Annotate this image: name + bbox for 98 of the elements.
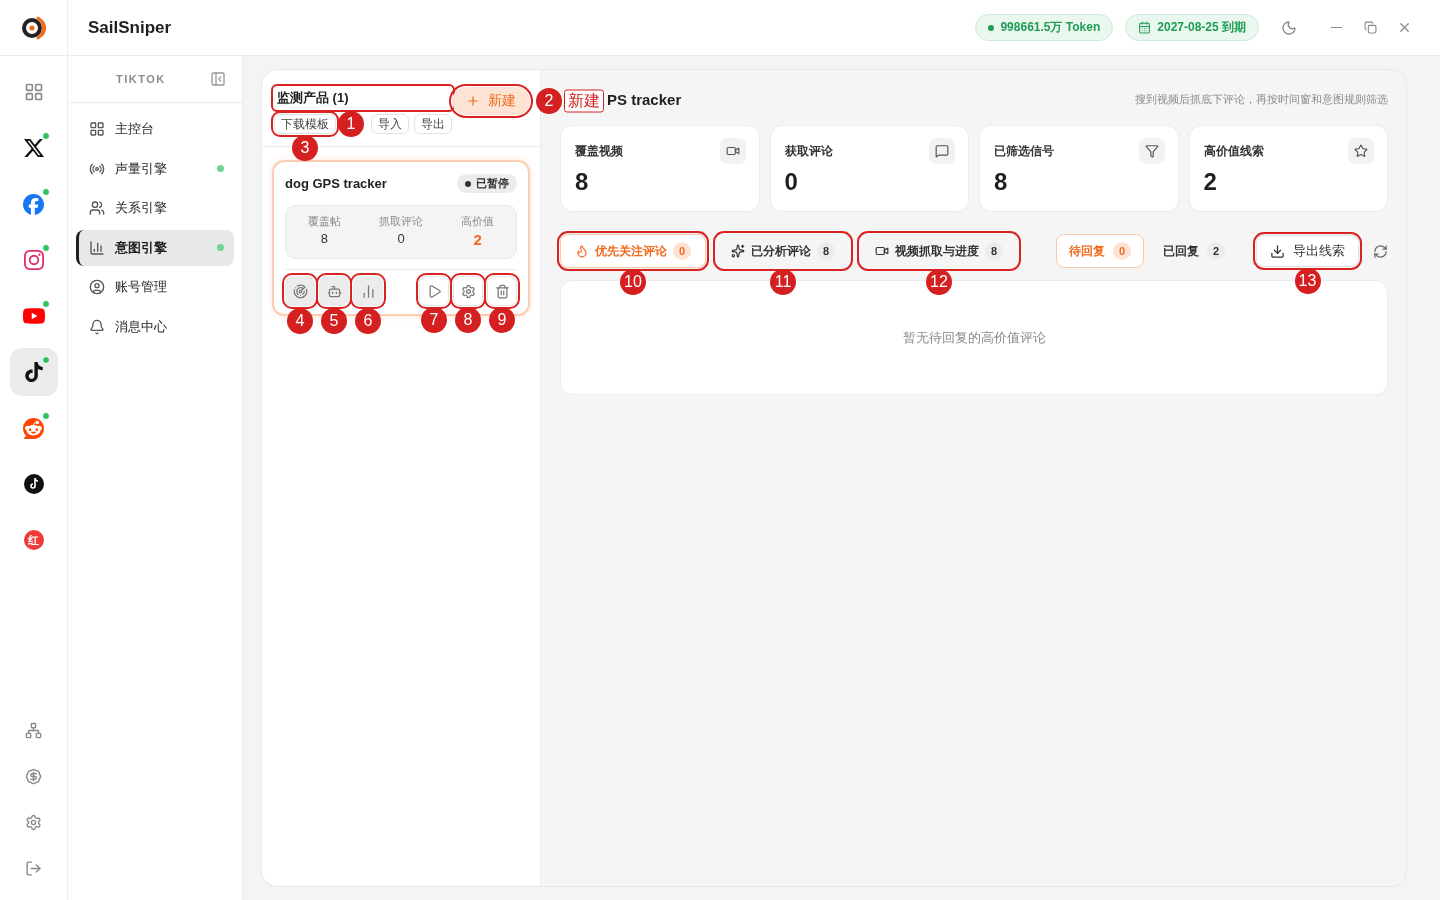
message-icon — [935, 144, 949, 158]
status-badge: 已暂停 — [457, 174, 517, 193]
platform-button[interactable] — [9, 348, 58, 396]
download-icon — [1270, 243, 1285, 259]
hint-text: 搜到视频后抓底下评论，再按时间窗和意图规则筛选 — [1135, 92, 1388, 107]
stat-label: 已筛选信号 — [994, 142, 1054, 160]
token-badge: 998661.5万 Token — [975, 14, 1114, 41]
callout-label: 新建 — [564, 89, 604, 113]
callout-number: 2 — [536, 88, 562, 114]
users-icon — [89, 200, 105, 217]
x-icon — [23, 138, 44, 158]
nav-item[interactable]: 声量引擎 — [76, 150, 234, 187]
count-badge: 8 — [985, 242, 1003, 260]
stat-label: 高价值线索 — [1203, 142, 1264, 160]
callout-number: 8 — [455, 307, 481, 333]
nav-item[interactable]: 消息中心 — [76, 308, 234, 345]
callout-number: 1 — [338, 111, 364, 137]
filter-tab[interactable]: 已回复 2 — [1150, 234, 1238, 268]
expiry-badge: 2027-08-25 到期 — [1125, 14, 1259, 41]
nav-item[interactable]: 关系引擎 — [76, 190, 234, 227]
stat-label: 高价值 — [461, 214, 495, 229]
stat-value: 0 — [397, 231, 405, 246]
product-name: dog GPS tracker — [285, 176, 387, 191]
facebook-icon — [23, 193, 44, 215]
callout-number: 5 — [321, 308, 347, 334]
callout-number: 10 — [620, 269, 646, 295]
callout-number: 9 — [489, 307, 515, 333]
reddit-icon — [23, 417, 44, 439]
stat-value: 8 — [320, 231, 328, 246]
empty-message: 暂无待回复的高价值评论 — [902, 328, 1046, 347]
platform-badge-icon: 红 — [23, 530, 44, 550]
tiktok-icon — [23, 474, 44, 494]
nav-item[interactable]: 账号管理 — [76, 269, 234, 306]
bar-chart-icon — [360, 283, 376, 299]
grid-icon — [89, 121, 105, 137]
bar-chart-icon — [89, 239, 105, 256]
tiktok-icon — [23, 362, 44, 382]
settings-icon — [25, 813, 42, 831]
close-icon — [1397, 20, 1412, 35]
platform-button[interactable]: 红 — [9, 516, 58, 564]
trash-icon — [494, 283, 510, 299]
logout-icon — [25, 859, 42, 877]
app-name: SailSniper — [88, 17, 173, 38]
youtube-icon — [22, 305, 45, 327]
video-icon — [725, 144, 740, 158]
callout-number: 7 — [421, 307, 447, 333]
collapse-icon[interactable] — [210, 71, 226, 87]
close-button[interactable] — [1397, 20, 1412, 35]
minimize-icon — [1331, 26, 1342, 29]
count-badge: 2 — [1207, 242, 1225, 260]
play-icon — [426, 283, 442, 299]
grid-icon — [23, 82, 44, 102]
star-icon — [1354, 144, 1368, 158]
stat-value: 8 — [575, 168, 590, 196]
refresh-icon — [1373, 243, 1388, 259]
callout-number: 12 — [926, 269, 952, 295]
plus-icon — [466, 94, 480, 108]
stat-value: 8 — [994, 168, 1009, 196]
refresh-button[interactable] — [1373, 243, 1388, 259]
stat-value: 2 — [473, 231, 482, 248]
callout-number: 13 — [1294, 268, 1321, 294]
nav-item[interactable]: 意图引擎 — [76, 229, 234, 266]
settings-icon — [460, 283, 476, 299]
robot-icon — [326, 283, 342, 299]
product-title: PS tracker — [607, 91, 682, 108]
nav-item[interactable]: 主控台 — [76, 111, 234, 147]
bell-icon — [89, 318, 105, 335]
filter-icon — [1144, 144, 1159, 158]
flame-icon — [575, 244, 589, 258]
stat-label: 覆盖帖 — [307, 214, 341, 229]
count-badge: 0 — [1113, 242, 1131, 260]
radar-icon — [292, 283, 308, 299]
stat-value: 2 — [1203, 168, 1218, 196]
video-icon — [875, 244, 889, 258]
count-badge: 0 — [673, 242, 691, 260]
restore-icon — [1364, 21, 1377, 34]
chip-button[interactable]: 导入 — [371, 114, 409, 134]
user-icon — [89, 279, 105, 296]
platform-label: TIKTOK — [116, 73, 166, 85]
calendar-icon — [1138, 21, 1152, 34]
theme-toggle[interactable] — [1281, 19, 1297, 36]
callout-number: 6 — [355, 308, 381, 334]
stat-label: 覆盖视频 — [575, 142, 623, 160]
callout-number: 4 — [287, 308, 313, 334]
stat-label: 抓取评论 — [379, 214, 423, 229]
callout-number: 11 — [770, 269, 796, 295]
section-title: 监测产品 (1) — [274, 87, 452, 109]
sparkles-icon — [731, 244, 745, 258]
stat-label: 获取评论 — [784, 142, 833, 160]
dollar-icon — [25, 767, 42, 785]
moon-icon — [1281, 19, 1297, 36]
instagram-icon — [23, 250, 44, 270]
chip-button[interactable]: 导出 — [414, 114, 452, 134]
stat-value: 0 — [784, 168, 799, 196]
callout-number: 3 — [292, 135, 318, 161]
restore-button[interactable] — [1364, 21, 1377, 34]
network-icon — [25, 721, 42, 739]
count-badge: 8 — [817, 242, 835, 260]
